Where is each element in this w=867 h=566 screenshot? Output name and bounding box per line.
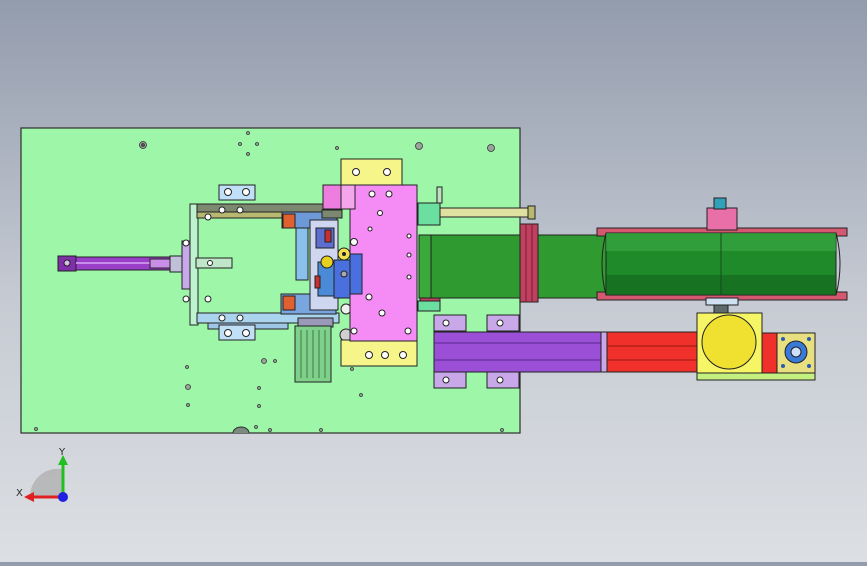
- x-axis-label: X: [16, 488, 23, 499]
- cad-viewport[interactable]: Y X: [0, 0, 867, 562]
- coordinate-triad-icon: [24, 455, 68, 502]
- y-axis-label: Y: [58, 447, 66, 458]
- upper-link-bar: [439, 205, 536, 220]
- drum-roller: [596, 197, 848, 314]
- pneumatic-cylinder-left: [57, 255, 183, 273]
- motor-housing: [294, 325, 332, 383]
- gearbox: [696, 312, 816, 381]
- conveyor-belt: [418, 223, 610, 303]
- assembly-drawing: Y X: [16, 127, 848, 502]
